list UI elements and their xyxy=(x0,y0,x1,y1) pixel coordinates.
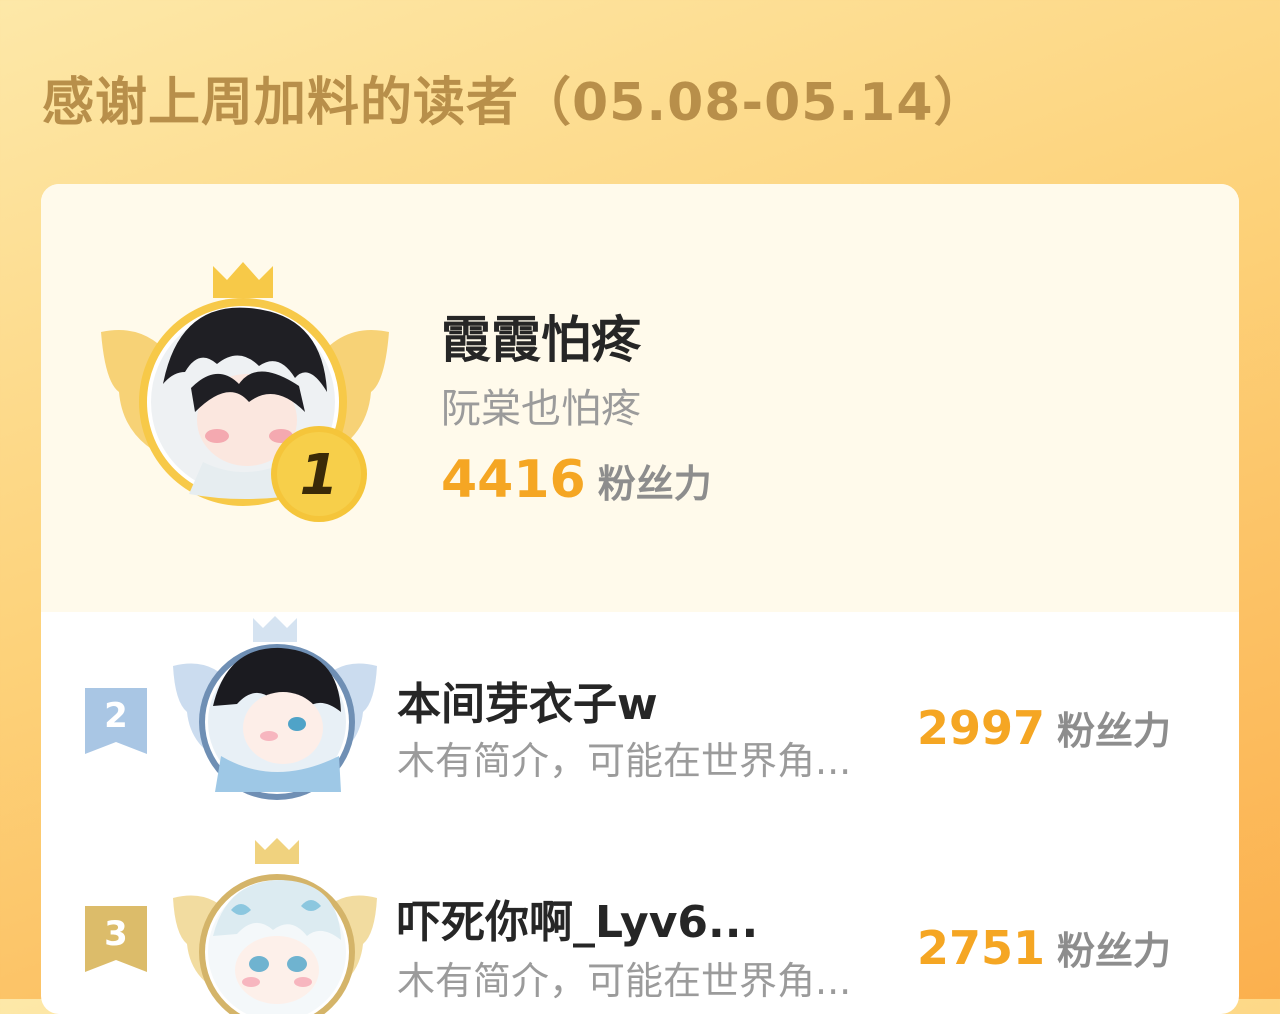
user-3-bio: 木有简介，可能在世界角... xyxy=(397,959,852,1003)
user-2-score: 2997 粉丝力 xyxy=(917,700,1171,755)
first-place-score-value: 4416 xyxy=(441,450,586,510)
user-2-name[interactable]: 本间芽衣子w xyxy=(397,668,658,732)
crown-icon xyxy=(255,838,299,864)
first-place-bio: 阮棠也怕疼 xyxy=(441,386,641,432)
user-2-avatar-frame[interactable] xyxy=(171,616,379,816)
leaderboard-card: 1 霞霞怕疼 阮棠也怕疼 4416 粉丝力 2 本间芽衣子w 木有简介，可能在世… xyxy=(41,184,1239,1014)
first-place-section[interactable]: 1 霞霞怕疼 阮棠也怕疼 4416 粉丝力 xyxy=(41,184,1239,612)
crown-icon xyxy=(253,616,297,642)
first-place-score: 4416 粉丝力 xyxy=(441,450,712,510)
user-3-score-value: 2751 xyxy=(917,921,1046,975)
rank-1-number: 1 xyxy=(300,443,339,508)
user-2-bio: 木有简介，可能在世界角... xyxy=(397,739,852,783)
score-unit-label: 粉丝力 xyxy=(597,462,712,506)
score-unit-label: 粉丝力 xyxy=(1057,709,1172,753)
user-2-score-value: 2997 xyxy=(917,701,1046,755)
leaderboard-row-3[interactable]: 3 吓死你啊_Lyv6... 木有简介，可能在世界角... 2751 粉丝力 xyxy=(41,834,1239,1014)
rank-3-number: 3 xyxy=(104,914,128,954)
first-place-avatar-frame[interactable]: 1 xyxy=(99,262,391,532)
rank-3-badge: 3 xyxy=(85,906,147,972)
user-3-avatar-frame[interactable] xyxy=(171,836,379,1014)
user-3-name[interactable]: 吓死你啊_Lyv6... xyxy=(397,886,758,950)
page-title: 感谢上周加料的读者（05.08-05.14） xyxy=(42,73,987,133)
score-unit-label: 粉丝力 xyxy=(1057,929,1172,973)
rank-2-number: 2 xyxy=(104,696,128,736)
rank-2-badge: 2 xyxy=(85,688,147,754)
leaderboard-row-2[interactable]: 2 本间芽衣子w 木有简介，可能在世界角... 2997 粉丝力 xyxy=(41,614,1239,824)
first-place-name[interactable]: 霞霞怕疼 xyxy=(441,300,641,372)
crown-icon xyxy=(213,262,273,298)
user-3-score: 2751 粉丝力 xyxy=(917,920,1171,975)
